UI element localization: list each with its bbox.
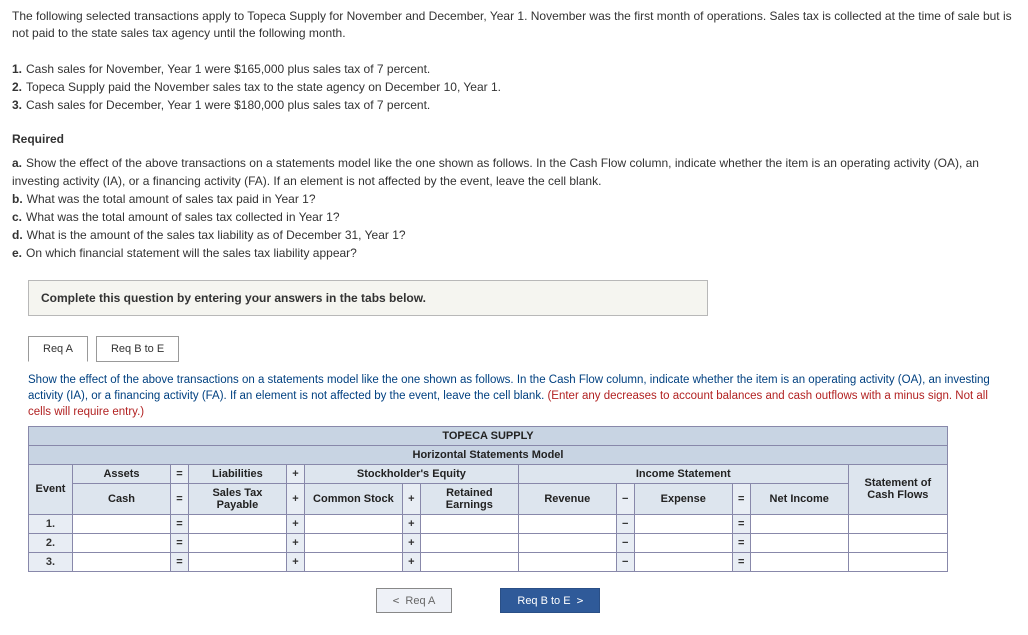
input-revenue[interactable] bbox=[523, 537, 612, 549]
col-stockholders: Stockholder's Equity bbox=[304, 464, 518, 483]
input-netincome[interactable] bbox=[755, 518, 844, 530]
op-equals: = bbox=[170, 464, 188, 483]
table-row: 3. = + + − = bbox=[29, 552, 948, 571]
input-common[interactable] bbox=[309, 556, 398, 568]
tab-bar: Req A Req B to E bbox=[28, 336, 1012, 362]
input-cash[interactable] bbox=[77, 537, 166, 549]
input-cashflow[interactable] bbox=[853, 556, 943, 568]
col-liabilities: Liabilities bbox=[188, 464, 286, 483]
list-item: 3.Cash sales for December, Year 1 were $… bbox=[12, 96, 1016, 114]
col-cash: Cash bbox=[73, 483, 171, 514]
input-retained[interactable] bbox=[425, 518, 514, 530]
input-retained[interactable] bbox=[425, 556, 514, 568]
table-row: 2. = + + − = bbox=[29, 533, 948, 552]
required-list: a.Show the effect of the above transacti… bbox=[12, 154, 1016, 262]
tab-req-a[interactable]: Req A bbox=[28, 336, 88, 362]
input-retained[interactable] bbox=[425, 537, 514, 549]
col-expense: Expense bbox=[634, 483, 732, 514]
input-netincome[interactable] bbox=[755, 556, 844, 568]
input-salestax[interactable] bbox=[193, 556, 282, 568]
input-salestax[interactable] bbox=[193, 537, 282, 549]
input-common[interactable] bbox=[309, 518, 398, 530]
op-plus: + bbox=[286, 464, 304, 483]
col-income-statement: Income Statement bbox=[518, 464, 848, 483]
col-assets: Assets bbox=[73, 464, 171, 483]
intro-text: The following selected transactions appl… bbox=[12, 8, 1016, 42]
op-plus: + bbox=[402, 483, 420, 514]
list-item: d.What is the amount of the sales tax li… bbox=[12, 226, 1016, 244]
input-netincome[interactable] bbox=[755, 537, 844, 549]
op-equals: = bbox=[732, 483, 750, 514]
input-revenue[interactable] bbox=[523, 518, 612, 530]
table-subtitle: Horizontal Statements Model bbox=[29, 445, 948, 464]
input-expense[interactable] bbox=[639, 556, 728, 568]
numbered-list: 1.Cash sales for November, Year 1 were $… bbox=[12, 60, 1016, 114]
col-common-stock: Common Stock bbox=[304, 483, 402, 514]
table-row: 1. = + + − = bbox=[29, 514, 948, 533]
input-cashflow[interactable] bbox=[853, 537, 943, 549]
prev-button[interactable]: < Req A bbox=[376, 588, 453, 613]
list-item: a.Show the effect of the above transacti… bbox=[12, 154, 1016, 190]
list-item: b.What was the total amount of sales tax… bbox=[12, 190, 1016, 208]
event-num: 1. bbox=[29, 514, 73, 533]
col-net-income: Net Income bbox=[750, 483, 848, 514]
input-expense[interactable] bbox=[639, 537, 728, 549]
chevron-left-icon: < bbox=[393, 594, 400, 607]
input-cash[interactable] bbox=[77, 518, 166, 530]
next-button[interactable]: Req B to E > bbox=[500, 588, 600, 613]
event-num: 3. bbox=[29, 552, 73, 571]
required-heading: Required bbox=[12, 132, 1016, 146]
op-equals: = bbox=[170, 483, 188, 514]
nav-buttons: < Req A Req B to E > bbox=[28, 588, 948, 613]
col-cash-flows: Statement of Cash Flows bbox=[848, 464, 947, 514]
chevron-right-icon: > bbox=[577, 594, 584, 607]
complete-instruction: Complete this question by entering your … bbox=[28, 280, 708, 316]
input-expense[interactable] bbox=[639, 518, 728, 530]
col-event: Event bbox=[29, 464, 73, 514]
list-item: 1.Cash sales for November, Year 1 were $… bbox=[12, 60, 1016, 78]
event-num: 2. bbox=[29, 533, 73, 552]
col-retained-earnings: Retained Earnings bbox=[420, 483, 518, 514]
input-revenue[interactable] bbox=[523, 556, 612, 568]
tab-req-b-to-e[interactable]: Req B to E bbox=[96, 336, 179, 362]
input-salestax[interactable] bbox=[193, 518, 282, 530]
col-sales-tax-payable: Sales Tax Payable bbox=[188, 483, 286, 514]
table-company: TOPECA SUPPLY bbox=[29, 426, 948, 445]
list-item: e.On which financial statement will the … bbox=[12, 244, 1016, 262]
op-plus: + bbox=[286, 483, 304, 514]
op-minus: − bbox=[616, 483, 634, 514]
col-revenue: Revenue bbox=[518, 483, 616, 514]
input-common[interactable] bbox=[309, 537, 398, 549]
tab-instruction: Show the effect of the above transaction… bbox=[28, 372, 1012, 420]
list-item: 2.Topeca Supply paid the November sales … bbox=[12, 78, 1016, 96]
statements-model-table: TOPECA SUPPLY Horizontal Statements Mode… bbox=[28, 426, 948, 572]
list-item: c.What was the total amount of sales tax… bbox=[12, 208, 1016, 226]
input-cashflow[interactable] bbox=[853, 518, 943, 530]
input-cash[interactable] bbox=[77, 556, 166, 568]
